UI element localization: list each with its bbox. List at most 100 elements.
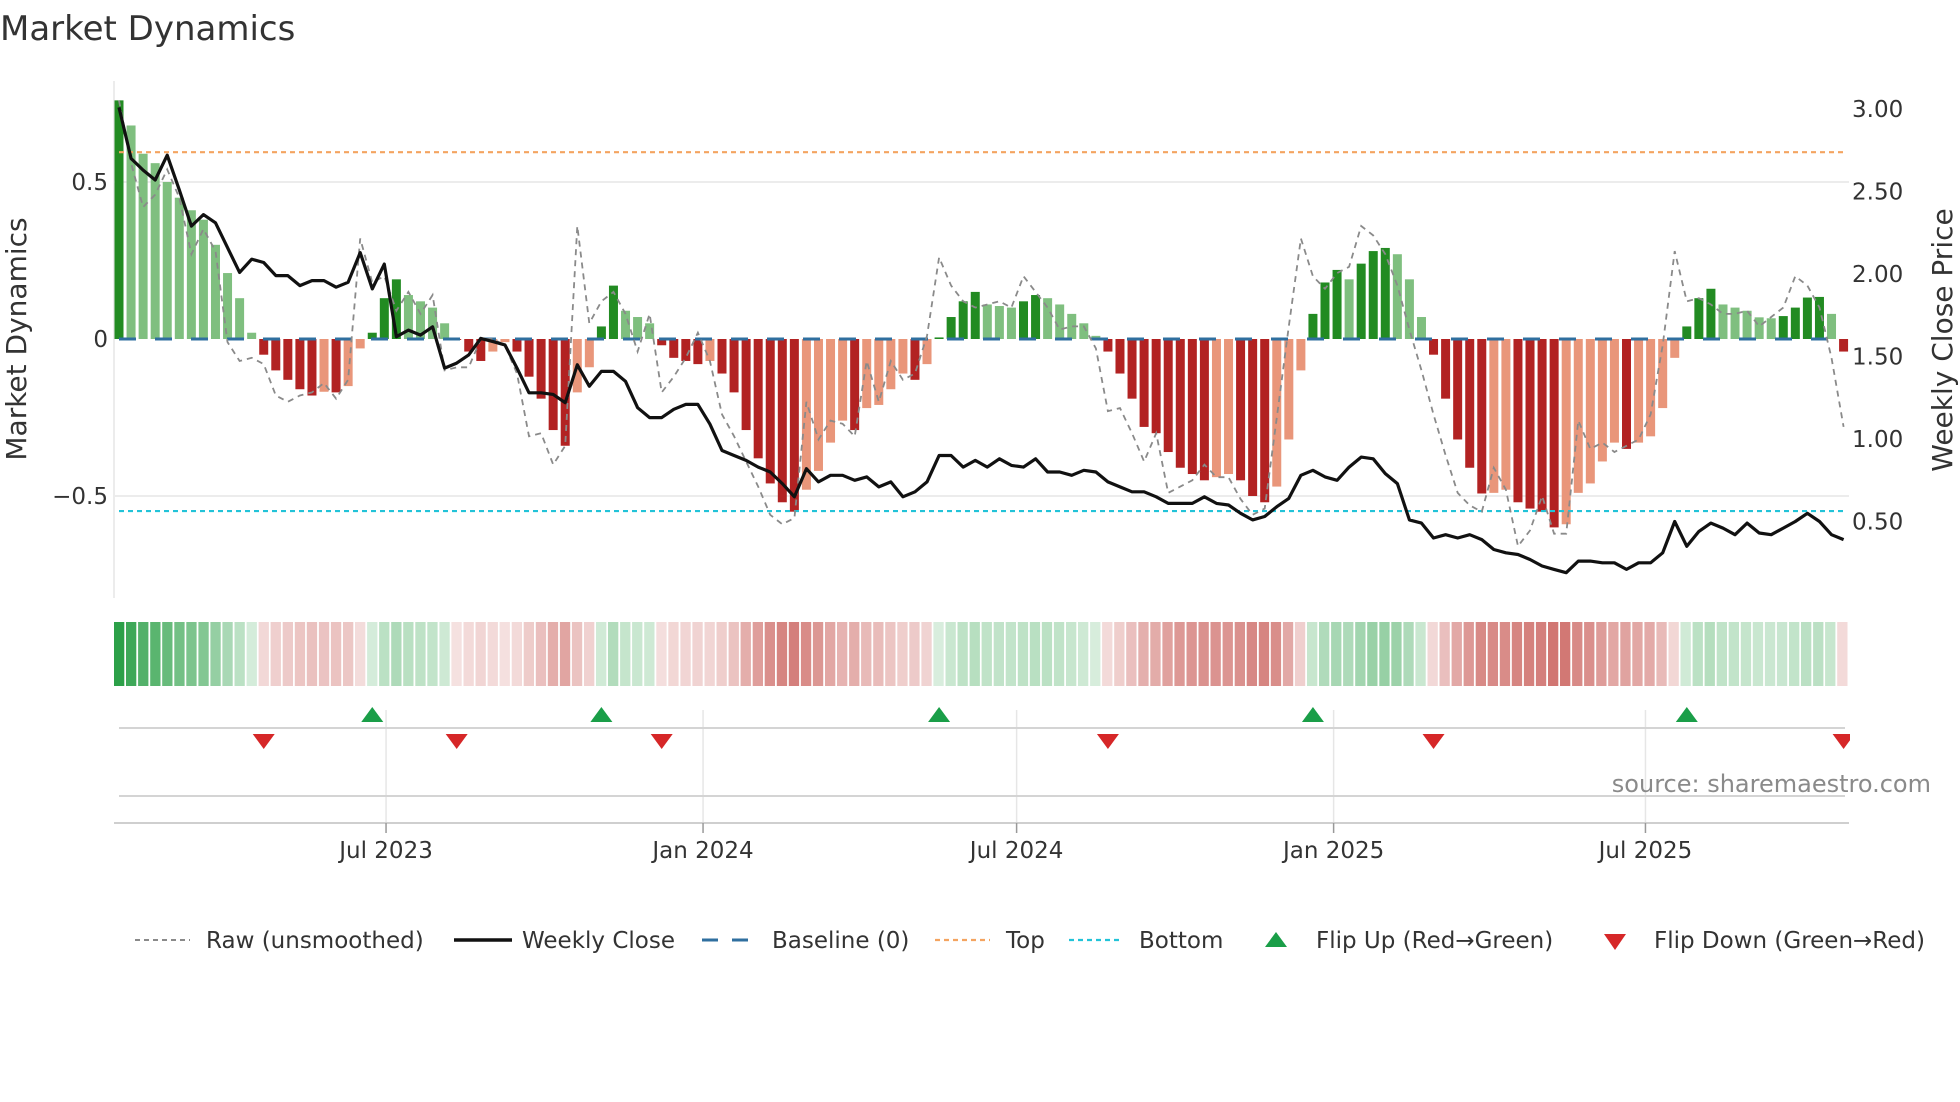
- momentum-bar: [138, 153, 148, 339]
- regime-cell: [114, 622, 125, 686]
- legend-item-baseline: Baseline (0): [702, 928, 909, 954]
- regime-cell: [427, 622, 438, 686]
- regime-cell: [282, 622, 293, 686]
- regime-cell: [355, 622, 366, 686]
- legend-label: Flip Up (Red→Green): [1316, 928, 1553, 954]
- regime-cell: [632, 622, 643, 686]
- momentum-bar: [982, 304, 992, 339]
- flip-down-marker: [1096, 734, 1119, 749]
- regime-cell: [1246, 622, 1257, 686]
- momentum-bar: [1477, 339, 1487, 494]
- regime-cell: [126, 622, 137, 686]
- momentum-bar: [1609, 339, 1619, 443]
- momentum-bar: [1682, 326, 1692, 339]
- regime-cell: [1150, 622, 1161, 686]
- flip-up-marker: [590, 707, 613, 722]
- regime-strip: [114, 622, 1848, 686]
- momentum-bar: [1236, 339, 1246, 481]
- legend-item-flip-down: Flip Down (Green→Red): [1604, 928, 1925, 954]
- momentum-bar: [1622, 339, 1631, 449]
- regime-cell: [1511, 622, 1523, 686]
- momentum-bar: [1441, 339, 1451, 399]
- flip-down-marker: [1832, 734, 1850, 749]
- regime-cell: [1053, 622, 1065, 686]
- momentum-bar: [1694, 298, 1704, 339]
- momentum-bar: [247, 332, 257, 339]
- right-tick-label: 2.00: [1852, 262, 1903, 288]
- regime-cell: [933, 622, 944, 686]
- momentum-bar: [1525, 339, 1535, 509]
- momentum-bar: [343, 339, 353, 387]
- regime-cell: [1813, 622, 1824, 686]
- regime-cell: [1596, 622, 1607, 686]
- momentum-bar: [850, 339, 860, 431]
- momentum-bar: [1139, 339, 1149, 427]
- left-axis-label: Market Dynamics: [0, 217, 33, 460]
- momentum-bar: [1368, 251, 1378, 339]
- momentum-bar: [1356, 263, 1366, 339]
- regime-cell: [776, 622, 788, 686]
- regime-cell: [451, 622, 462, 686]
- momentum-bar: [1055, 304, 1065, 339]
- regime-cell: [246, 622, 257, 686]
- regime-cell: [258, 622, 269, 686]
- regime-cell: [1656, 622, 1667, 686]
- momentum-bar: [777, 339, 787, 503]
- chart-title: Market Dynamics: [0, 9, 295, 49]
- momentum-bar: [1127, 339, 1137, 399]
- momentum-bar: [1513, 339, 1523, 503]
- flip-up-marker: [1301, 707, 1324, 722]
- regime-cell: [1523, 622, 1535, 686]
- momentum-bar: [1839, 339, 1849, 352]
- legend-item-bottom: Bottom: [1069, 928, 1223, 954]
- regime-cell: [1029, 622, 1041, 686]
- regime-cell: [1716, 622, 1727, 686]
- momentum-bar: [440, 323, 450, 339]
- momentum-bar: [1416, 317, 1426, 339]
- momentum-bar: [1392, 254, 1402, 339]
- momentum-bar: [524, 339, 534, 377]
- momentum-bar: [910, 339, 920, 380]
- x-tick-label: Jul 2025: [1597, 838, 1693, 864]
- flip-down-marker: [650, 734, 673, 749]
- regime-cell: [1535, 622, 1547, 686]
- momentum-bar: [1175, 339, 1185, 468]
- regime-cell: [1728, 622, 1739, 686]
- regime-cell: [1752, 622, 1764, 686]
- momentum-bar: [235, 298, 245, 339]
- momentum-bar: [1670, 339, 1680, 358]
- momentum-bar: [1754, 317, 1764, 339]
- legend-item-flip-up: Flip Up (Red→Green): [1265, 928, 1553, 954]
- momentum-bar: [355, 339, 365, 349]
- momentum-bar: [512, 339, 522, 352]
- regime-cell: [1451, 622, 1462, 686]
- regime-cell: [1307, 622, 1318, 686]
- regime-cell: [547, 622, 559, 686]
- regime-cell: [1548, 622, 1559, 686]
- regime-cell: [1379, 622, 1390, 686]
- flip-down-triangle-icon: [1604, 934, 1626, 950]
- regime-cell: [812, 622, 824, 686]
- x-tick-label: Jul 2023: [337, 838, 433, 864]
- legend-item-top: Top: [935, 928, 1045, 954]
- regime-cell: [270, 622, 281, 686]
- momentum-bar: [633, 317, 643, 339]
- regime-cell: [680, 622, 691, 686]
- regime-cell: [1403, 622, 1414, 686]
- left-tick-label: 0.5: [71, 170, 108, 196]
- momentum-bar: [753, 339, 763, 459]
- regime-cell: [475, 622, 486, 686]
- momentum-bar: [1187, 339, 1197, 475]
- regime-cell: [306, 622, 318, 686]
- regime-cell: [1632, 622, 1643, 686]
- regime-cell: [849, 622, 860, 686]
- regime-cell: [1572, 622, 1583, 686]
- legend-label: Top: [1005, 928, 1045, 954]
- regime-cell: [1331, 622, 1342, 686]
- momentum-bar: [162, 182, 172, 339]
- momentum-bar: [1537, 339, 1547, 512]
- regime-cell: [487, 622, 498, 686]
- regime-cell: [1162, 622, 1173, 686]
- regime-cell: [704, 622, 715, 686]
- regime-cell: [1560, 622, 1571, 686]
